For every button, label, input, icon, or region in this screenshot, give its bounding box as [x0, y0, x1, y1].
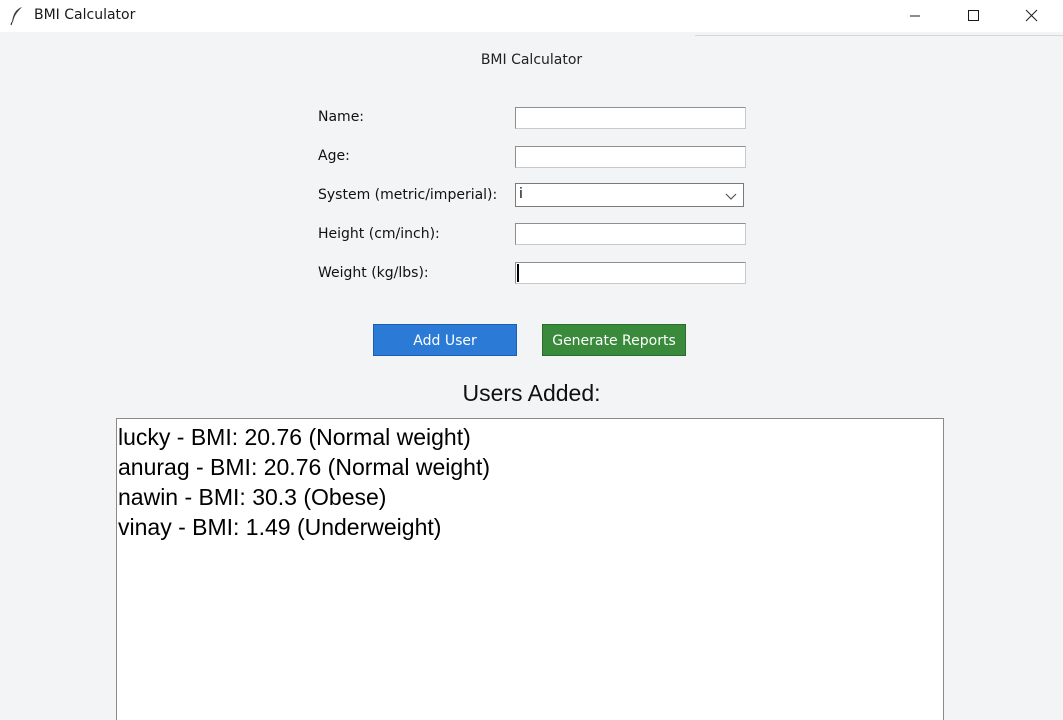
- weight-label: Weight (kg/lbs):: [318, 265, 429, 281]
- app-window: BMI Calculator BMI Calculator Name: Age:…: [0, 0, 1063, 720]
- system-select[interactable]: i: [515, 183, 744, 207]
- text-cursor: [517, 264, 519, 282]
- maximize-button[interactable]: [944, 0, 1002, 32]
- title-bar: BMI Calculator: [0, 0, 1063, 32]
- minimize-button[interactable]: [886, 0, 944, 32]
- list-item[interactable]: nawin - BMI: 30.3 (Obese): [117, 482, 490, 512]
- system-label: System (metric/imperial):: [318, 187, 498, 203]
- name-input[interactable]: [515, 107, 746, 129]
- chevron-down-icon[interactable]: [725, 190, 737, 206]
- height-label: Height (cm/inch):: [318, 226, 440, 242]
- height-input[interactable]: [515, 223, 746, 245]
- system-select-value: i: [519, 186, 523, 202]
- list-item[interactable]: lucky - BMI: 20.76 (Normal weight): [117, 422, 490, 452]
- list-item[interactable]: anurag - BMI: 20.76 (Normal weight): [117, 452, 490, 482]
- generate-reports-button[interactable]: Generate Reports: [542, 324, 686, 356]
- users-list: lucky - BMI: 20.76 (Normal weight) anurag…: [117, 422, 490, 542]
- age-label: Age:: [318, 148, 350, 164]
- weight-input[interactable]: [515, 262, 746, 284]
- close-button[interactable]: [1002, 0, 1060, 32]
- age-input[interactable]: [515, 146, 746, 168]
- name-label: Name:: [318, 109, 365, 125]
- form-heading: BMI Calculator: [480, 52, 583, 68]
- title-divider: [695, 35, 1063, 36]
- users-listbox[interactable]: lucky - BMI: 20.76 (Normal weight) anurag…: [116, 418, 944, 720]
- list-item[interactable]: vinay - BMI: 1.49 (Underweight): [117, 512, 490, 542]
- users-added-heading: Users Added:: [462, 380, 601, 406]
- window-title: BMI Calculator: [34, 7, 136, 23]
- feather-icon: [10, 6, 24, 26]
- add-user-button[interactable]: Add User: [373, 324, 517, 356]
